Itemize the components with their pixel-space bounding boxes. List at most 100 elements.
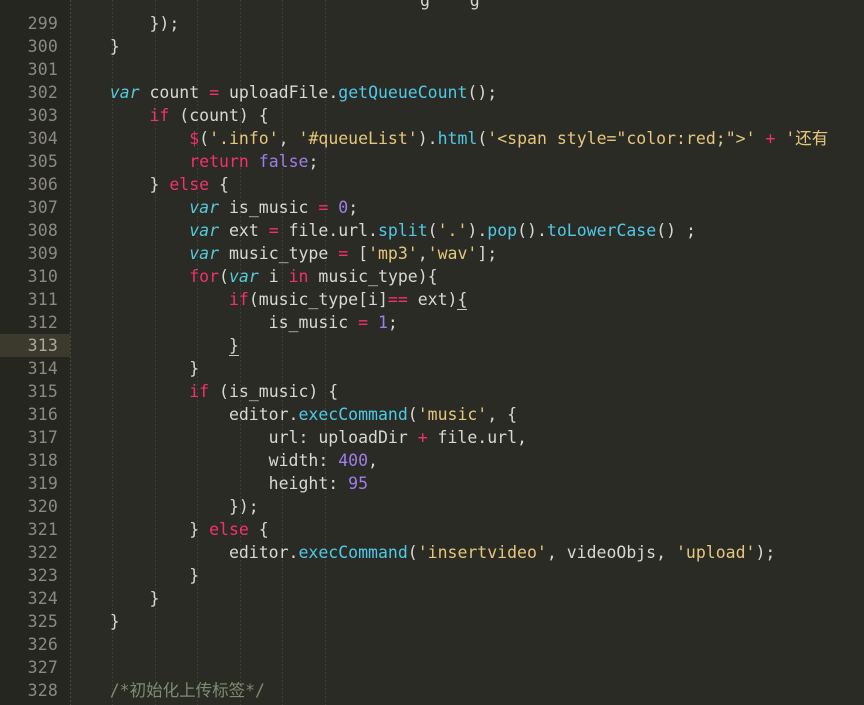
line-number-301[interactable]: 301 (0, 58, 70, 81)
code-line-310[interactable]: for(var i in music_type){ (70, 265, 437, 288)
token: ; (308, 152, 319, 171)
line-number-299[interactable]: 299 (0, 12, 70, 35)
line-number-309[interactable]: 309 (0, 242, 70, 265)
line-number-306[interactable]: 306 (0, 173, 70, 196)
code-line-302[interactable]: var count = uploadFile.getQueueCount(); (70, 81, 497, 104)
line-number-313[interactable]: 313 (0, 334, 70, 357)
line-number-317[interactable]: 317 (0, 426, 70, 449)
token: ). (417, 129, 438, 148)
token: }); (70, 14, 180, 33)
token: 'wav' (427, 244, 478, 263)
code-line-320[interactable]: }); (70, 495, 259, 518)
code-line-324[interactable]: } (70, 587, 159, 610)
line-number-318[interactable]: 318 (0, 449, 70, 472)
code-line-312[interactable]: is_music = 1; (70, 311, 398, 334)
token: }); (70, 497, 259, 516)
code-line-311[interactable]: if(music_type[i]== ext){ (70, 288, 468, 311)
token: '.info' (209, 129, 279, 148)
code-line-318[interactable]: width: 400, (70, 449, 378, 472)
code-line-325[interactable]: } (70, 610, 120, 633)
code-line-328[interactable]: /*初始化上传标签*/ (70, 679, 265, 702)
code-line-321[interactable]: } else { (70, 518, 269, 541)
code-line-315[interactable]: if (is_music) { (70, 380, 338, 403)
line-number-312[interactable]: 312 (0, 311, 70, 334)
line-number-324[interactable]: 324 (0, 587, 70, 610)
line-number-307[interactable]: 307 (0, 196, 70, 219)
line-number-315[interactable]: 315 (0, 380, 70, 403)
code-editor[interactable]: 299 300 301 302 303 304 305 306 307 308 309 310 311 3… (0, 0, 864, 705)
token: toLowerCase (546, 221, 657, 240)
line-number-304[interactable]: 304 (0, 127, 70, 150)
token: if (228, 290, 249, 309)
line-number-323[interactable]: 323 (0, 564, 70, 587)
code-line-307[interactable]: var is_music = 0; (70, 196, 358, 219)
token: ext (219, 221, 269, 240)
line-number-gutter[interactable]: 299 300 301 302 303 304 305 306 307 308 309 310 311 3… (0, 0, 70, 705)
token: else (209, 520, 249, 539)
line-number-325[interactable]: 325 (0, 610, 70, 633)
line-number-300[interactable]: 300 (0, 35, 70, 58)
line-number-316[interactable]: 316 (0, 403, 70, 426)
line-number-328[interactable]: 328 (0, 679, 70, 702)
code-line-314[interactable]: } (70, 357, 199, 380)
line-number-302[interactable]: 302 (0, 81, 70, 104)
token: { (457, 290, 468, 310)
token: 'upload' (675, 543, 756, 562)
token: (); (467, 83, 498, 102)
code-line-298[interactable]: g g (420, 0, 480, 12)
line-number-322[interactable]: 322 (0, 541, 70, 564)
token: } (70, 612, 120, 631)
line-number-321[interactable]: 321 (0, 518, 70, 541)
token: (count) { (169, 106, 269, 125)
code-line-300[interactable]: } (70, 35, 120, 58)
code-line-317[interactable]: url: uploadDir + file.url, (70, 426, 527, 449)
code-line-299[interactable]: }); (70, 12, 179, 35)
code-line-313[interactable]: } (70, 334, 239, 357)
line-number-327[interactable]: 327 (0, 656, 70, 679)
code-line-303[interactable]: if (count) { (70, 104, 269, 127)
line-number-314[interactable]: 314 (0, 357, 70, 380)
token: 'music' (417, 405, 488, 424)
code-line-304[interactable]: $('.info', '#queueList').html('<span sty… (70, 127, 828, 150)
token: false (258, 152, 309, 171)
code-line-323[interactable]: } (70, 564, 199, 587)
token: is_music (70, 313, 359, 332)
token: ( (407, 405, 418, 424)
token: == (387, 290, 408, 309)
line-number-303[interactable]: 303 (0, 104, 70, 127)
line-number-320[interactable]: 320 (0, 495, 70, 518)
code-line-322[interactable]: editor.execCommand('insertvideo', videoO… (70, 541, 775, 564)
code-line-308[interactable]: var ext = file.url.split('.').pop().toLo… (70, 219, 696, 242)
token: '还有 (785, 129, 829, 148)
line-number-310[interactable]: 310 (0, 265, 70, 288)
code-line-306[interactable]: } else { (70, 173, 229, 196)
line-number-326[interactable]: 326 (0, 633, 70, 656)
code-line-316[interactable]: editor.execCommand('music', { (70, 403, 517, 426)
token: } (70, 566, 200, 585)
token: , videoObjs, (546, 543, 676, 562)
code-line-319[interactable]: height: 95 (70, 472, 368, 495)
token: ( (407, 543, 418, 562)
line-number-305[interactable]: 305 (0, 150, 70, 173)
token: uploadFile. (219, 83, 339, 102)
token: for (189, 267, 220, 286)
token: 'mp3' (368, 244, 418, 263)
token: execCommand (298, 543, 408, 562)
token: i (258, 267, 289, 286)
token: split (377, 221, 428, 240)
code-viewport[interactable]: g g }); } var count = uploadFile.getQueu… (70, 0, 864, 705)
line-number-308[interactable]: 308 (0, 219, 70, 242)
line-number-311[interactable]: 311 (0, 288, 70, 311)
line-number-319[interactable]: 319 (0, 472, 70, 495)
code-line-309[interactable]: var music_type = ['mp3','wav']; (70, 242, 497, 265)
token: = (318, 198, 329, 217)
code-line-305[interactable]: return false; (70, 150, 318, 173)
